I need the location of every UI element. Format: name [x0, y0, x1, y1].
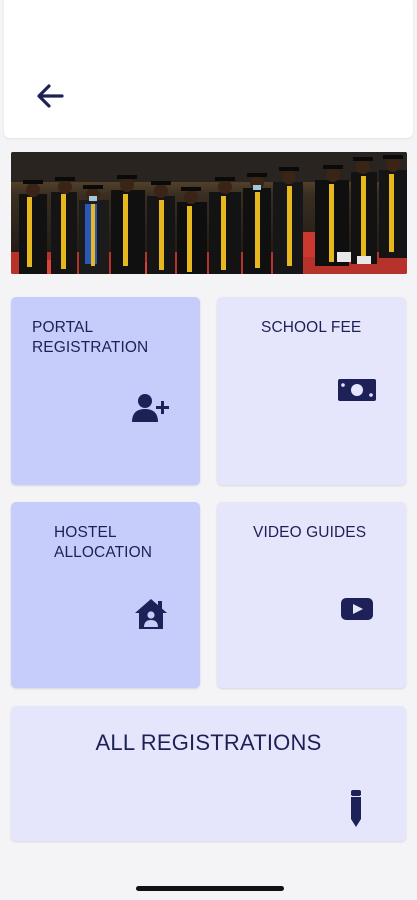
money-bill-icon: [338, 379, 376, 401]
video-guides-tile[interactable]: VIDEO GUIDES: [217, 502, 406, 688]
portal-registration-label: PORTAL REGISTRATION: [32, 319, 149, 356]
school-fee-tile[interactable]: SCHOOL FEE: [217, 297, 406, 485]
arrow-left-icon: [37, 84, 64, 108]
youtube-play-icon: [341, 598, 373, 620]
all-registrations-tile[interactable]: ALL REGISTRATIONS: [11, 706, 406, 841]
back-button[interactable]: [32, 78, 68, 114]
school-fee-label: SCHOOL FEE: [261, 319, 362, 336]
app-header: [4, 0, 413, 138]
video-guides-label: VIDEO GUIDES: [253, 524, 367, 541]
graduation-banner-image: [11, 152, 407, 274]
house-user-icon: [135, 599, 167, 629]
all-registrations-label: ALL REGISTRATIONS: [95, 730, 322, 755]
pencil-icon: [351, 790, 361, 827]
hostel-allocation-label: HOSTEL ALLOCATION: [54, 524, 153, 561]
home-indicator[interactable]: [136, 886, 284, 891]
portal-registration-tile[interactable]: PORTAL REGISTRATION: [11, 297, 200, 485]
add-user-icon: [132, 394, 169, 422]
hostel-allocation-tile[interactable]: HOSTEL ALLOCATION: [11, 502, 200, 688]
